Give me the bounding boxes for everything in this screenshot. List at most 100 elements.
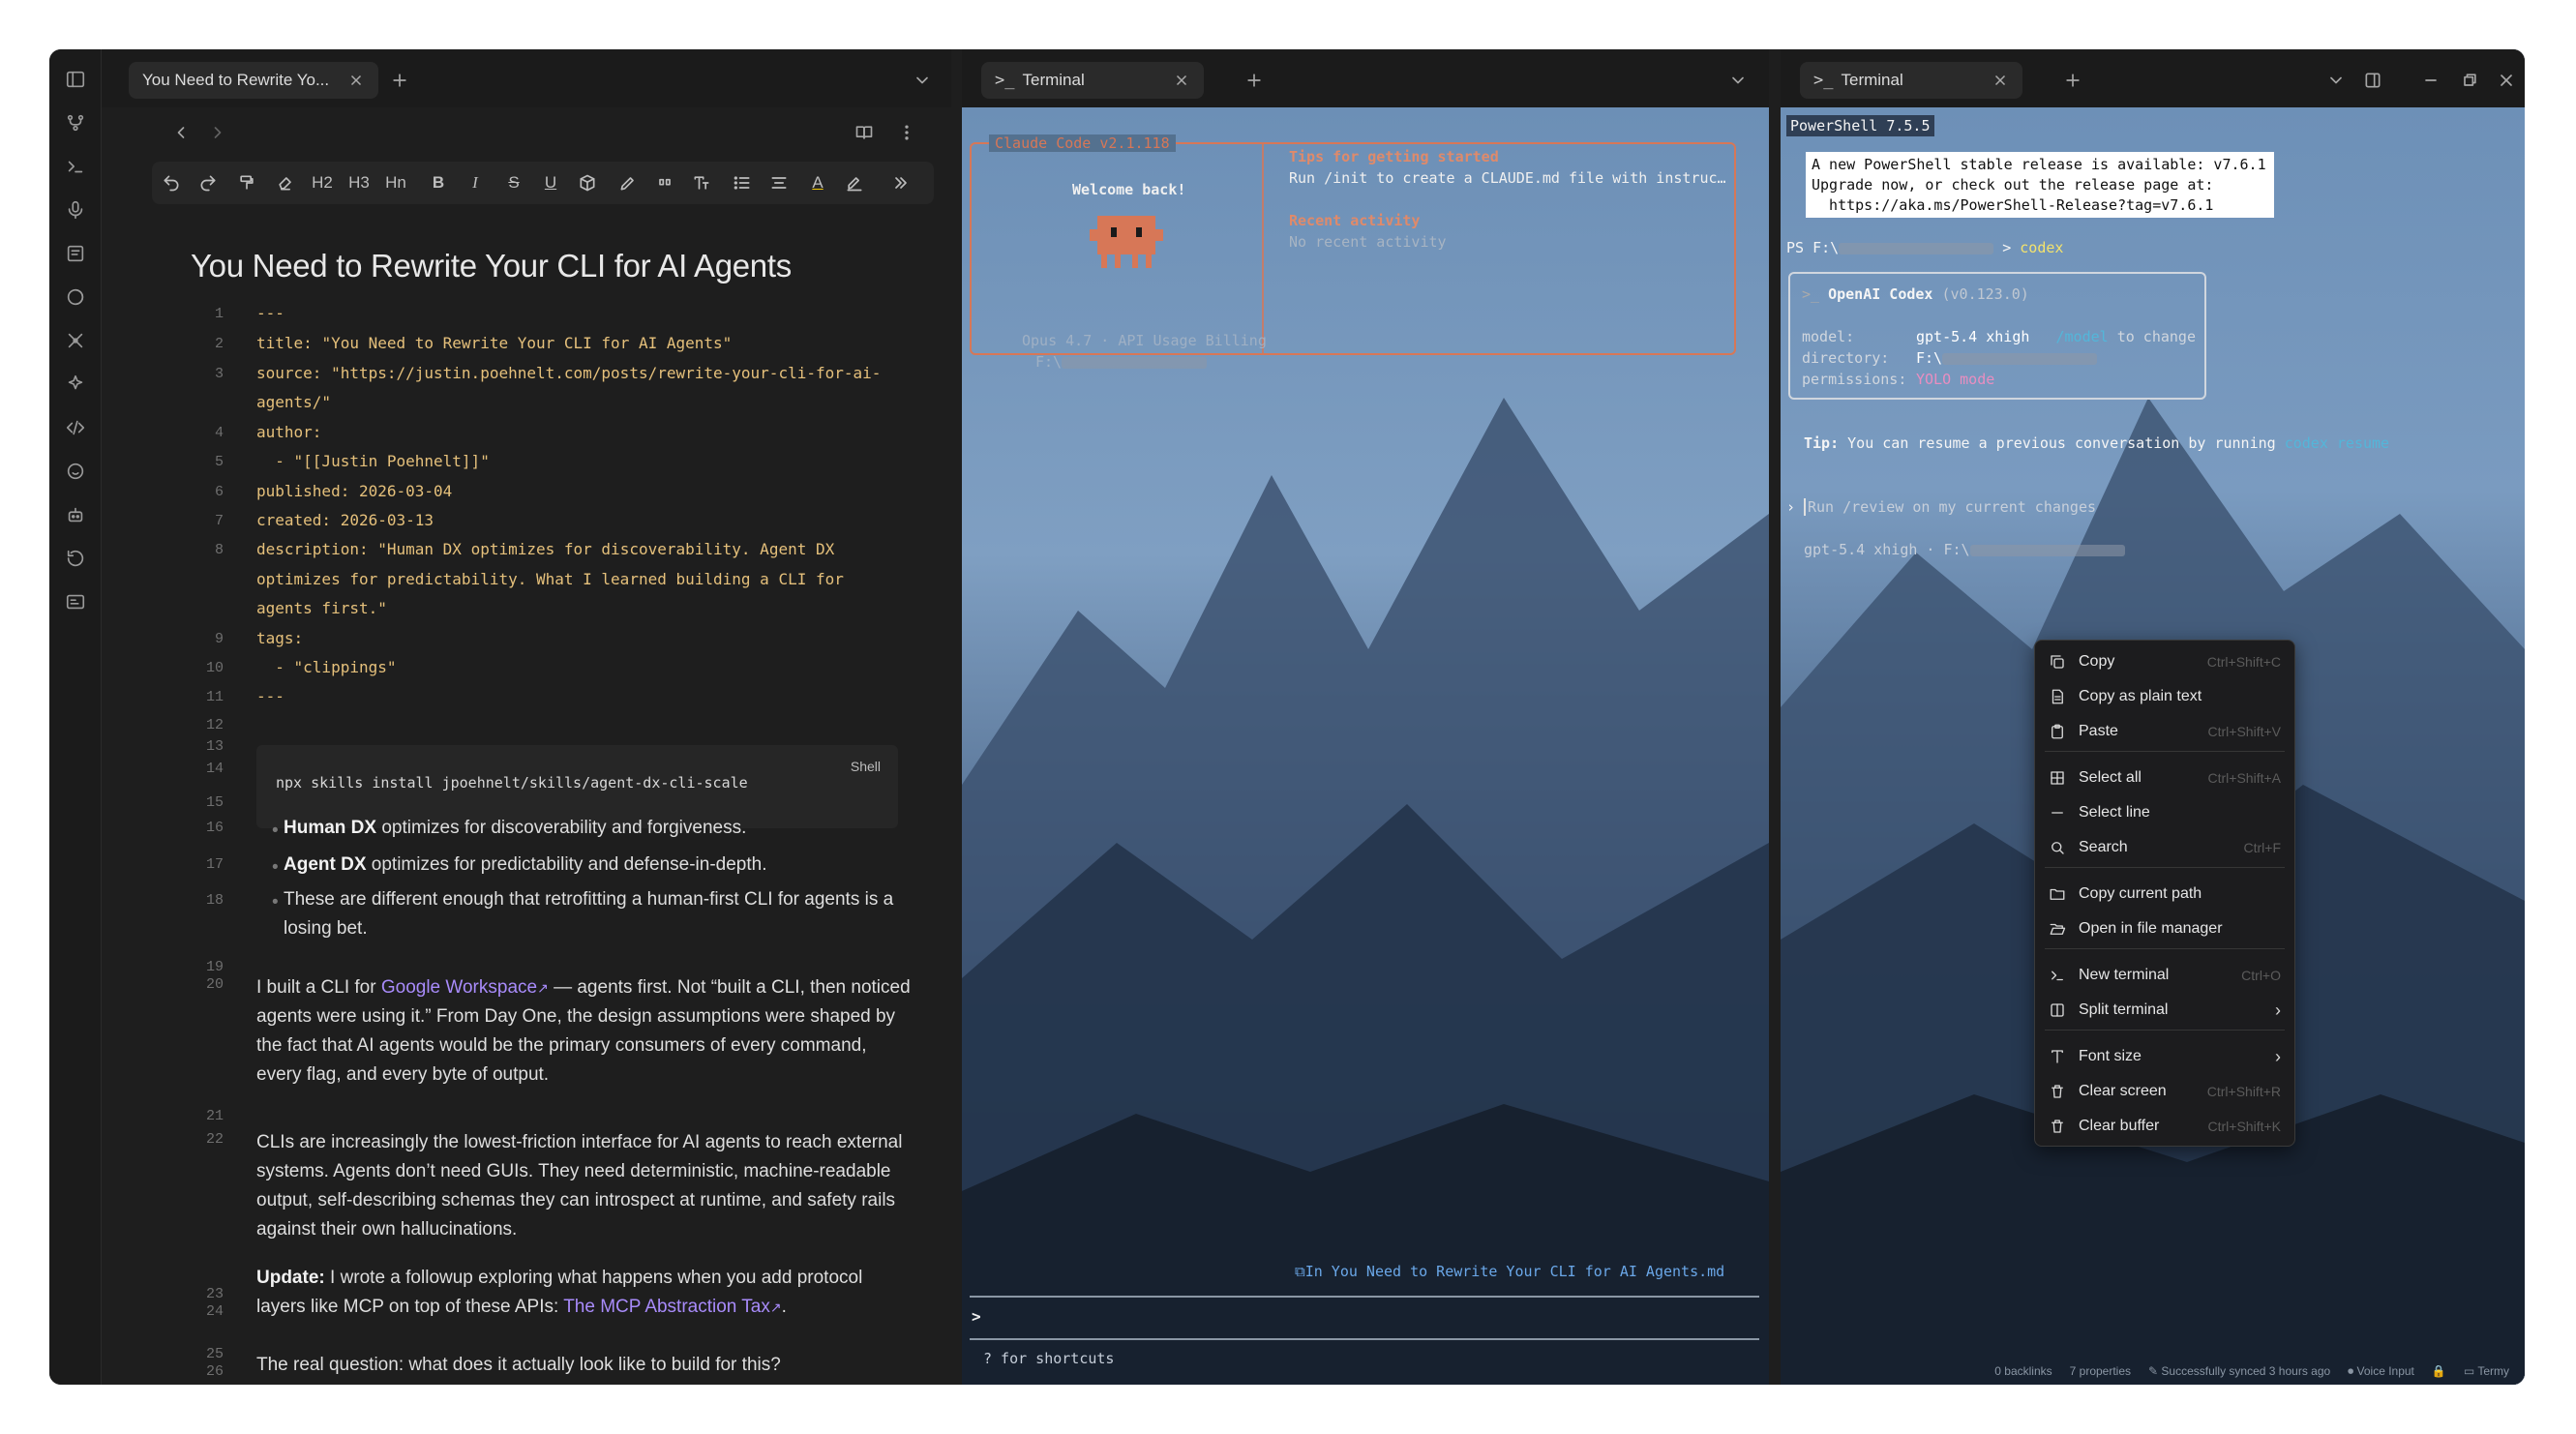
sync-status[interactable]: ✎ Successfully synced 3 hours ago: [2148, 1364, 2330, 1379]
terminal-icon[interactable]: [62, 153, 89, 180]
codex-title: >_ OpenAI Codex (v0.123.0): [1802, 285, 2029, 303]
menu-item-shortcut: ›: [2275, 1046, 2281, 1066]
quote-icon[interactable]: [653, 169, 676, 196]
highlighter-icon[interactable]: [843, 169, 866, 196]
frontmatter-line: ---: [256, 687, 285, 705]
expand-toolbar-icon[interactable]: [889, 169, 913, 196]
redo-icon[interactable]: [196, 169, 220, 196]
close-icon[interactable]: [347, 72, 365, 94]
tab-terminal[interactable]: >_ Terminal: [1800, 62, 2022, 99]
menu-item-clear-buffer[interactable]: Clear buffer Ctrl+Shift+K: [2035, 1110, 2294, 1143]
context-menu: Copy Ctrl+Shift+C Copy as plain text Paste C…: [2034, 640, 2295, 1147]
align-icon[interactable]: [767, 169, 791, 196]
properties-count[interactable]: 7 properties: [2070, 1364, 2131, 1379]
line-number: 21: [205, 1108, 224, 1124]
status-bar: 0 backlinks 7 properties ✎ Successfully …: [1994, 1364, 2509, 1379]
heading-3-button[interactable]: H3: [347, 169, 371, 196]
reading-view-icon[interactable]: [853, 121, 876, 144]
new-tab-plus-icon[interactable]: [2061, 69, 2084, 92]
chevron-down-icon[interactable]: [2324, 69, 2348, 92]
menu-item-new-terminal[interactable]: New terminal Ctrl+O: [2035, 959, 2294, 992]
menu-item-select-line[interactable]: Select line: [2035, 796, 2294, 829]
format-toolbar: H2 H3 Hn B I S U A: [152, 162, 934, 204]
undo-icon[interactable]: [160, 169, 183, 196]
book-icon[interactable]: [62, 240, 89, 267]
microphone-icon[interactable]: [62, 196, 89, 224]
underline-icon[interactable]: U: [539, 169, 562, 196]
git-branch-icon[interactable]: [62, 109, 89, 136]
tab-terminal[interactable]: >_ Terminal: [981, 62, 1204, 99]
chevron-down-icon[interactable]: [911, 69, 934, 92]
theme-icon[interactable]: [62, 284, 89, 311]
line-number: 26: [205, 1363, 224, 1380]
chevron-down-icon[interactable]: [1726, 69, 1750, 92]
cube-icon[interactable]: [576, 169, 599, 196]
menu-item-open-in-file-manager[interactable]: Open in file manager: [2035, 912, 2294, 945]
codex-input[interactable]: Run /review on my current changes: [1804, 498, 2096, 516]
claude-version-header: Claude Code v2.1.118: [989, 134, 1176, 152]
more-options-icon[interactable]: [895, 121, 918, 144]
claude-prompt-input[interactable]: >: [972, 1307, 981, 1326]
menu-item-copy[interactable]: Copy Ctrl+Shift+C: [2035, 645, 2294, 678]
line-number: 19: [205, 959, 224, 975]
menu-item-select-all[interactable]: Select all Ctrl+Shift+A: [2035, 762, 2294, 794]
backlinks-count[interactable]: 0 backlinks: [1994, 1364, 2052, 1379]
menu-item-search[interactable]: Search Ctrl+F: [2035, 831, 2294, 864]
menu-item-paste[interactable]: Paste Ctrl+Shift+V: [2035, 715, 2294, 748]
sidebar-toggle-icon[interactable]: [62, 66, 89, 93]
new-tab-plus-icon[interactable]: [388, 69, 411, 92]
code-language-label: Shell: [850, 759, 881, 774]
highlight-pen-icon[interactable]: [616, 169, 640, 196]
menu-item-copy-as-plain-text[interactable]: Copy as plain text: [2035, 680, 2294, 713]
external-link-icon: ↗: [769, 1300, 782, 1315]
paragraph: CLIs are increasingly the lowest-frictio…: [256, 1132, 903, 1240]
menu-item-font-size[interactable]: Font size ›: [2035, 1040, 2294, 1073]
file-text-icon: [2049, 688, 2066, 705]
panel-icon[interactable]: [62, 588, 89, 615]
link-google-workspace[interactable]: Google Workspace: [381, 977, 537, 998]
cwd-path: F:\: [1035, 353, 1208, 371]
italic-icon[interactable]: I: [464, 169, 487, 196]
menu-item-split-terminal[interactable]: Split terminal ›: [2035, 994, 2294, 1027]
heading-n-button[interactable]: Hn: [384, 169, 407, 196]
frontmatter-line: - "clippings": [256, 658, 397, 676]
trash-icon: [2049, 1118, 2066, 1135]
eraser-icon[interactable]: [274, 169, 297, 196]
voice-input[interactable]: ⏺ Voice Input: [2348, 1364, 2414, 1379]
tools-icon[interactable]: [62, 327, 89, 354]
text-color-icon[interactable]: A: [806, 169, 829, 196]
close-icon[interactable]: [1173, 72, 1190, 94]
layout-icon[interactable]: [2361, 69, 2384, 92]
restore-icon[interactable]: [2458, 69, 2481, 92]
heading-2-button[interactable]: H2: [311, 169, 334, 196]
smiley-icon[interactable]: [62, 458, 89, 485]
link-mcp-abstraction-tax[interactable]: The MCP Abstraction Tax: [563, 1297, 770, 1317]
code-icon[interactable]: [62, 414, 89, 441]
sparkles-icon[interactable]: [62, 371, 89, 398]
forward-icon[interactable]: [206, 121, 229, 144]
history-icon[interactable]: [62, 545, 89, 572]
close-icon[interactable]: [1992, 72, 2009, 94]
line-number: 7: [214, 513, 224, 529]
paint-format-icon[interactable]: [235, 169, 258, 196]
bullet-list-icon[interactable]: [731, 169, 754, 196]
terminal-pane-claude[interactable]: >_ Terminal Opus 4.7 · API Usage Billing…: [962, 49, 1769, 1385]
paragraph: I built a CLI for Google Workspace↗ — ag…: [256, 977, 911, 1085]
terminal-prompt-icon: >_: [1813, 71, 1834, 90]
window-close-icon[interactable]: [2495, 69, 2518, 92]
new-tab-plus-icon[interactable]: [1243, 69, 1266, 92]
menu-item-copy-current-path[interactable]: Copy current path: [2035, 878, 2294, 911]
menu-item-clear-screen[interactable]: Clear screen Ctrl+Shift+R: [2035, 1075, 2294, 1108]
menu-item-shortcut: Ctrl+Shift+K: [2207, 1119, 2281, 1134]
bold-icon[interactable]: B: [427, 169, 450, 196]
robot-icon[interactable]: [62, 501, 89, 528]
file-icon: ⧉: [1295, 1263, 1305, 1280]
back-icon[interactable]: [169, 121, 193, 144]
tab-note[interactable]: You Need to Rewrite Yo...: [129, 62, 378, 99]
minimize-icon[interactable]: [2419, 69, 2442, 92]
strikethrough-icon[interactable]: S: [502, 169, 525, 196]
app-name[interactable]: ▭ Termy: [2464, 1364, 2509, 1379]
input-divider-bottom: [970, 1338, 1759, 1340]
text-size-icon[interactable]: [690, 169, 713, 196]
lock-icon[interactable]: 🔒: [2432, 1364, 2446, 1379]
